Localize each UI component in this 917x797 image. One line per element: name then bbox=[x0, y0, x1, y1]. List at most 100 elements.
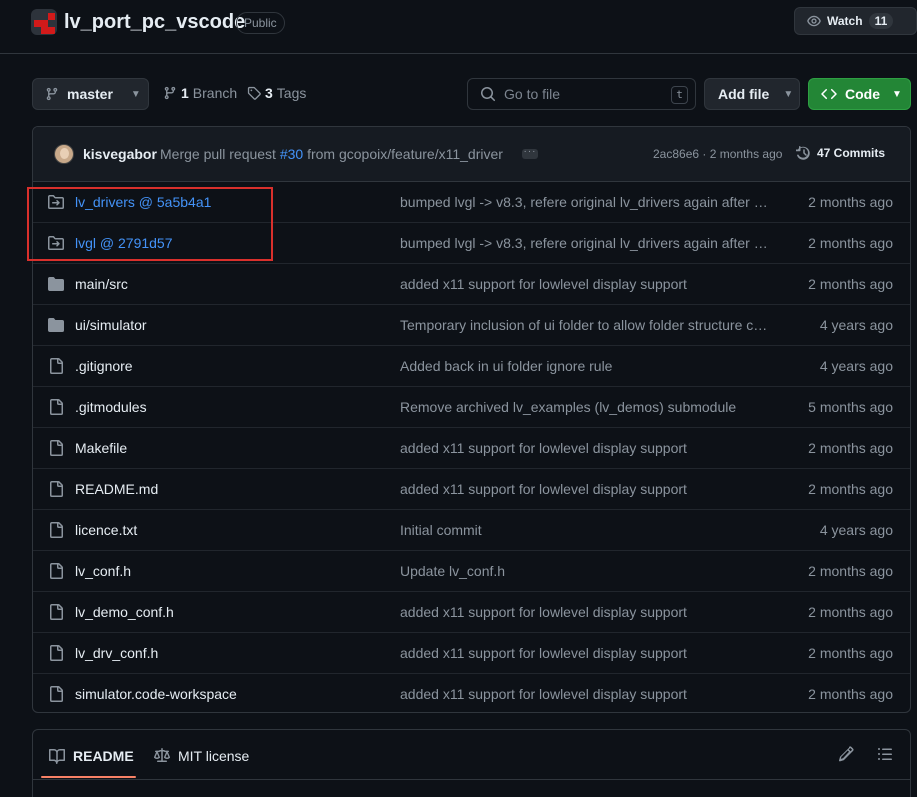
folder-icon bbox=[48, 277, 64, 291]
file-commit-message[interactable]: Update lv_conf.h bbox=[400, 563, 768, 579]
tab-readme[interactable]: README bbox=[49, 748, 134, 764]
file-commit-message[interactable]: Initial commit bbox=[400, 522, 768, 538]
file-row[interactable]: licence.txt Initial commit 4 years ago bbox=[33, 510, 910, 551]
branches-link[interactable]: 1 Branch bbox=[163, 85, 237, 101]
file-commit-message[interactable]: Remove archived lv_examples (lv_demos) s… bbox=[400, 399, 768, 415]
license-tab-label: MIT license bbox=[178, 748, 250, 764]
file-icon bbox=[50, 358, 63, 374]
file-row[interactable]: simulator.code-workspace added x11 suppor… bbox=[33, 674, 910, 712]
branch-count-label: Branch bbox=[192, 85, 238, 101]
commits-link[interactable]: 47 Commits bbox=[796, 145, 885, 161]
keyboard-shortcut-hint: t bbox=[671, 86, 688, 104]
file-row[interactable]: lvgl @ 2791d57 bumped lvgl -> v8.3, refer… bbox=[33, 223, 910, 264]
file-row[interactable]: lv_conf.h Update lv_conf.h 2 months ago bbox=[33, 551, 910, 592]
file-name-link[interactable]: lv_drivers @ 5a5b4a1 bbox=[75, 194, 211, 210]
file-name-link[interactable]: simulator.code-workspace bbox=[75, 686, 237, 702]
file-commit-time: 4 years ago bbox=[819, 358, 893, 374]
tags-link[interactable]: 3 Tags bbox=[247, 85, 306, 101]
file-commit-message[interactable]: added x11 support for lowlevel display s… bbox=[400, 645, 768, 661]
commit-message-suffix: from gcopoix/feature/x11_driver bbox=[307, 146, 503, 162]
file-commit-message[interactable]: added x11 support for lowlevel display s… bbox=[400, 276, 768, 292]
file-commit-time: 4 years ago bbox=[819, 522, 893, 538]
commit-author[interactable]: kisvegabor bbox=[83, 146, 157, 162]
file-icon bbox=[50, 440, 63, 456]
file-row[interactable]: Makefile added x11 support for lowlevel d… bbox=[33, 428, 910, 469]
file-commit-time: 2 months ago bbox=[808, 645, 893, 661]
file-name-link[interactable]: Makefile bbox=[75, 440, 127, 456]
file-commit-time: 2 months ago bbox=[808, 481, 893, 497]
file-row[interactable]: .gitignore Added back in ui folder ignore… bbox=[33, 346, 910, 387]
file-commit-message[interactable]: added x11 support for lowlevel display s… bbox=[400, 686, 768, 702]
file-row[interactable]: lv_drv_conf.h added x11 support for lowle… bbox=[33, 633, 910, 674]
search-icon bbox=[481, 87, 496, 102]
tag-icon bbox=[247, 86, 261, 100]
commit-count-label: 47 Commits bbox=[817, 146, 886, 160]
file-name-link[interactable]: README.md bbox=[75, 481, 158, 497]
code-icon bbox=[821, 88, 837, 100]
file-row[interactable]: .gitmodules Remove archived lv_examples (… bbox=[33, 387, 910, 428]
repo-owner-avatar[interactable] bbox=[31, 9, 57, 35]
file-row[interactable]: lv_drivers @ 5a5b4a1 bumped lvgl -> v8.3,… bbox=[33, 182, 910, 223]
branch-name: master bbox=[67, 86, 113, 102]
file-row[interactable]: ui/simulator Temporary inclusion of ui fo… bbox=[33, 305, 910, 346]
chevron-down-icon: ▼ bbox=[130, 88, 141, 100]
file-commit-time: 2 months ago bbox=[808, 276, 893, 292]
readme-tab-label: README bbox=[73, 748, 134, 764]
watch-count: 11 bbox=[868, 13, 894, 29]
file-commit-time: 2 months ago bbox=[808, 563, 893, 579]
file-name-link[interactable]: .gitignore bbox=[75, 358, 133, 374]
file-icon bbox=[50, 563, 63, 579]
file-name-link[interactable]: lvgl @ 2791d57 bbox=[75, 235, 173, 251]
file-icon bbox=[50, 686, 63, 702]
file-commit-message[interactable]: Temporary inclusion of ui folder to allo… bbox=[400, 317, 768, 333]
file-row[interactable]: main/src added x11 support for lowlevel d… bbox=[33, 264, 910, 305]
active-tab-indicator bbox=[41, 776, 136, 778]
branch-selector-button[interactable]: master ▼ bbox=[32, 78, 149, 110]
file-row[interactable]: README.md added x11 support for lowlevel … bbox=[33, 469, 910, 510]
tab-license[interactable]: MIT license bbox=[154, 748, 249, 764]
file-commit-message[interactable]: added x11 support for lowlevel display s… bbox=[400, 604, 768, 620]
file-name-link[interactable]: lv_conf.h bbox=[75, 563, 131, 579]
file-commit-message[interactable]: Added back in ui folder ignore rule bbox=[400, 358, 768, 374]
file-commit-message[interactable]: added x11 support for lowlevel display s… bbox=[400, 481, 768, 497]
file-name-link[interactable]: lv_demo_conf.h bbox=[75, 604, 174, 620]
expand-message-button[interactable]: ··· bbox=[522, 147, 538, 159]
file-name-link[interactable]: main/src bbox=[75, 276, 128, 292]
file-name-link[interactable]: ui/simulator bbox=[75, 317, 147, 333]
chevron-down-icon: ▼ bbox=[892, 88, 902, 100]
commit-message[interactable]: Merge pull request #30 from gcopoix/feat… bbox=[160, 146, 503, 162]
folder-icon bbox=[48, 318, 64, 332]
file-browser: kisvegabor Merge pull request #30 from g… bbox=[32, 126, 911, 713]
file-commit-time: 5 months ago bbox=[808, 399, 893, 415]
edit-readme-button[interactable] bbox=[838, 746, 856, 764]
go-to-file-input[interactable] bbox=[504, 86, 664, 102]
repo-name[interactable]: lv_port_pc_vscode bbox=[64, 9, 245, 35]
readme-panel: README MIT license bbox=[32, 729, 911, 797]
code-button[interactable]: Code ▼ bbox=[808, 78, 911, 110]
submodule-folder-icon bbox=[48, 236, 64, 250]
file-commit-time: 2 months ago bbox=[808, 686, 893, 702]
file-name-link[interactable]: .gitmodules bbox=[75, 399, 147, 415]
watch-button[interactable]: Watch 11 bbox=[794, 7, 917, 35]
file-commit-message[interactable]: added x11 support for lowlevel display s… bbox=[400, 440, 768, 456]
go-to-file-box[interactable]: t bbox=[467, 78, 696, 110]
file-name-link[interactable]: lv_drv_conf.h bbox=[75, 645, 158, 661]
commit-sha-time[interactable]: 2ac86e6 · 2 months ago bbox=[653, 147, 782, 161]
tag-count: 3 bbox=[265, 85, 273, 101]
watch-label: Watch bbox=[827, 14, 863, 28]
file-commit-message[interactable]: bumped lvgl -> v8.3, refere original lv_… bbox=[400, 235, 768, 251]
history-icon bbox=[796, 146, 810, 160]
file-row[interactable]: lv_demo_conf.h added x11 support for lowl… bbox=[33, 592, 910, 633]
author-avatar[interactable] bbox=[54, 144, 74, 164]
file-commit-time: 2 months ago bbox=[808, 604, 893, 620]
pull-request-link[interactable]: #30 bbox=[280, 146, 303, 162]
file-list: lv_drivers @ 5a5b4a1 bumped lvgl -> v8.3,… bbox=[33, 182, 910, 712]
git-branch-icon bbox=[164, 86, 176, 100]
code-label: Code bbox=[845, 86, 880, 102]
add-file-button[interactable]: Add file ▼ bbox=[704, 78, 800, 110]
file-commit-time: 2 months ago bbox=[808, 235, 893, 251]
file-name-link[interactable]: licence.txt bbox=[75, 522, 137, 538]
file-commit-message[interactable]: bumped lvgl -> v8.3, refere original lv_… bbox=[400, 194, 768, 210]
outline-button[interactable] bbox=[877, 746, 895, 764]
eye-icon bbox=[807, 15, 821, 27]
